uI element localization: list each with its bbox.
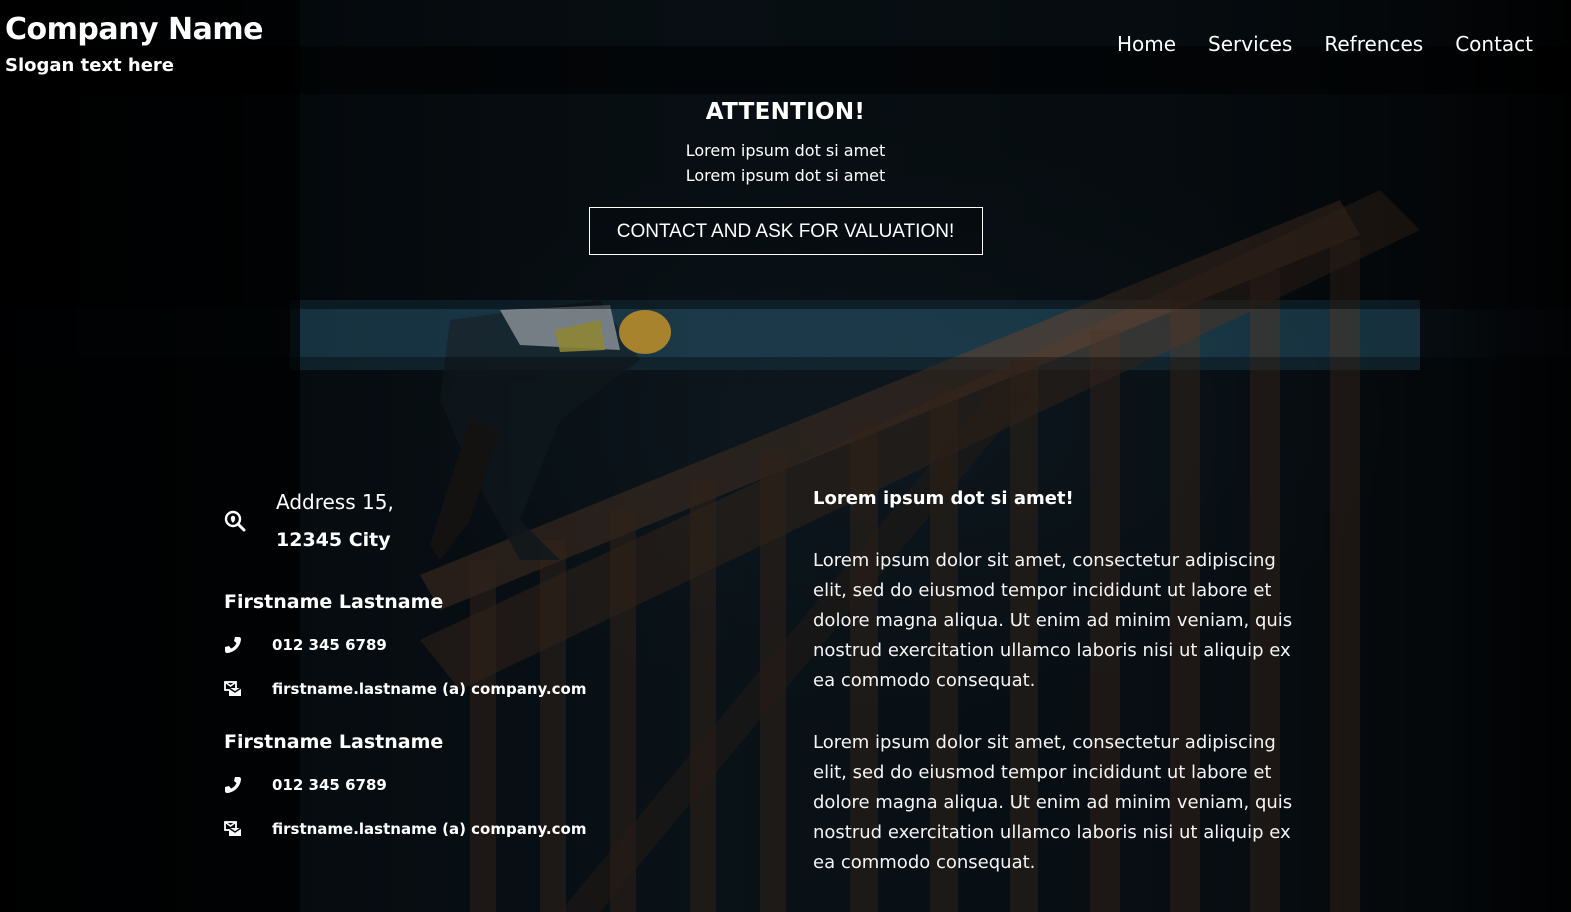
contact-valuation-button[interactable]: CONTACT AND ASK FOR VALUATION! [588,207,983,255]
person-name: Firstname Lastname [224,591,444,613]
nav-services[interactable]: Services [1208,30,1292,58]
brand[interactable]: Company Name Slogan text here [5,12,263,78]
hero-text: Lorem ipsum dot si amet Lorem ipsum dot … [0,138,1571,188]
email-row[interactable]: firstname.lastname (a) company.com [224,675,704,703]
main-nav: Home Services Refrences Contact [1117,30,1533,58]
email-row[interactable]: firstname.lastname (a) company.com [224,815,704,843]
phone-number[interactable]: 012 345 6789 [272,775,387,795]
person-name: Firstname Lastname [224,731,444,753]
mail-icon [224,819,272,839]
slogan: Slogan text here [5,55,175,76]
contact-person: Firstname Lastname 012 345 6789 firstnam… [224,589,704,703]
phone-number[interactable]: 012 345 6789 [272,635,387,655]
address-city: 12345 City [276,529,391,551]
hero-line: Lorem ipsum dot si amet [685,166,886,185]
address-street: Address 15, [276,490,394,514]
phone-row[interactable]: 012 345 6789 [224,771,704,799]
nav-contact[interactable]: Contact [1455,30,1533,58]
hero-title: ATTENTION! [705,99,866,125]
content-heading: Lorem ipsum dot si amet! [813,488,1074,509]
email-address[interactable]: firstname.lastname (a) company.com [272,679,586,699]
search-location-icon [224,501,276,541]
content-text: Lorem ipsum dot si amet! Lorem ipsum dol… [813,484,1313,878]
address: Address 15, 12345 City [224,483,704,559]
phone-row[interactable]: 012 345 6789 [224,631,704,659]
contact-person: Firstname Lastname 012 345 6789 firstnam… [224,729,704,843]
page: Company Name Slogan text here Home Servi… [0,0,1571,912]
email-address[interactable]: firstname.lastname (a) company.com [272,819,586,839]
phone-icon [224,635,272,655]
phone-icon [224,775,272,795]
nav-refrences[interactable]: Refrences [1324,30,1423,58]
nav-home[interactable]: Home [1117,30,1176,58]
hero-section: ATTENTION! Lorem ipsum dot si amet Lorem… [0,96,1571,255]
hero-line: Lorem ipsum dot si amet [685,141,886,160]
mail-icon [224,679,272,699]
content-paragraph: Lorem ipsum dolor sit amet, consectetur … [813,732,1293,873]
content-paragraph: Lorem ipsum dolor sit amet, consectetur … [813,550,1293,691]
contact-info: Address 15, 12345 City Firstname Lastnam… [224,483,704,843]
company-name[interactable]: Company Name [5,12,263,48]
